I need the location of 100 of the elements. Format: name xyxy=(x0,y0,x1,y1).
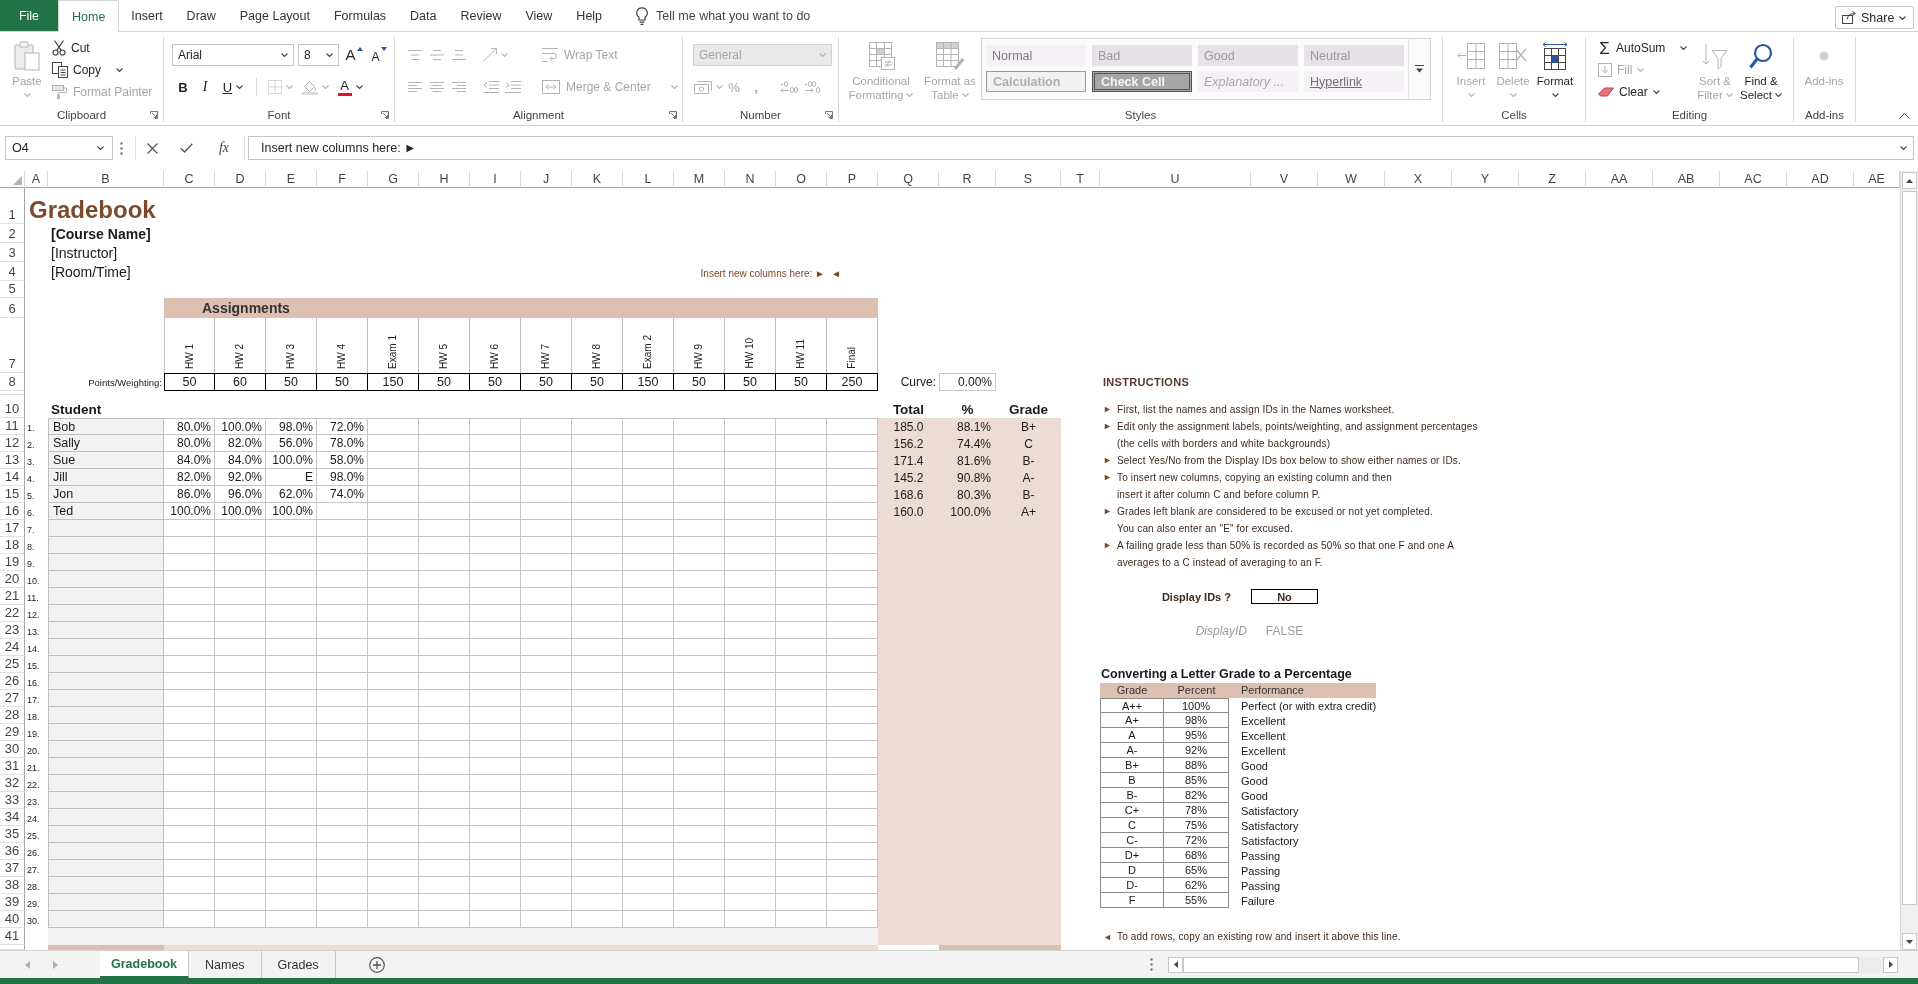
underline-button[interactable]: U xyxy=(216,76,250,98)
copy-button[interactable]: Copy xyxy=(52,59,153,81)
select-all-icon[interactable] xyxy=(13,176,22,185)
row-header[interactable]: 34 xyxy=(0,809,25,826)
row-header[interactable]: 16 xyxy=(0,503,25,520)
row-header[interactable]: 14 xyxy=(0,469,25,486)
ribbon-tab[interactable]: Home xyxy=(58,0,120,32)
column-header[interactable]: AD xyxy=(1787,171,1854,188)
ribbon-tab[interactable]: Help xyxy=(564,0,615,31)
curve-field[interactable]: 0.00% xyxy=(939,373,996,391)
clear-button[interactable]: Clear xyxy=(1598,81,1692,103)
row-header[interactable]: 28 xyxy=(0,707,25,724)
row-header[interactable]: 17 xyxy=(0,520,25,537)
row-header[interactable]: 22 xyxy=(0,605,25,622)
file-tab[interactable]: File xyxy=(0,0,58,31)
row-header[interactable]: 41 xyxy=(0,928,25,945)
row-header[interactable]: 11 xyxy=(0,418,25,435)
tell-me-field[interactable]: Tell me what you want to do xyxy=(656,8,832,23)
share-button[interactable]: Share xyxy=(1835,6,1914,29)
find-select-button[interactable]: Find & Select xyxy=(1738,37,1784,103)
column-header[interactable]: L xyxy=(623,171,674,188)
column-header[interactable]: X xyxy=(1385,171,1452,188)
column-header[interactable]: Z xyxy=(1519,171,1586,188)
column-header[interactable]: AC xyxy=(1720,171,1787,188)
display-ids-field[interactable]: No xyxy=(1251,589,1318,604)
row-header[interactable]: 29 xyxy=(0,724,25,741)
column-header[interactable]: I xyxy=(470,171,521,188)
row-header[interactable]: 37 xyxy=(0,860,25,877)
column-header[interactable]: E xyxy=(266,171,317,188)
column-header[interactable]: Q xyxy=(878,171,939,188)
column-header[interactable]: N xyxy=(725,171,776,188)
dialog-launcher-icon[interactable] xyxy=(381,110,389,119)
row-header[interactable]: 23 xyxy=(0,622,25,639)
column-header[interactable]: M xyxy=(674,171,725,188)
row-header[interactable]: 2 xyxy=(0,224,25,243)
column-header[interactable]: F xyxy=(317,171,368,188)
insert-function-button[interactable]: fx xyxy=(214,140,233,156)
row-header[interactable]: 8 xyxy=(0,373,25,391)
row-header[interactable]: 19 xyxy=(0,554,25,571)
column-header[interactable]: R xyxy=(939,171,996,188)
sheet-tab[interactable]: Gradebook xyxy=(100,951,189,978)
scroll-left-button[interactable] xyxy=(1168,956,1183,973)
cut-button[interactable]: Cut xyxy=(52,37,153,59)
row-header[interactable]: 35 xyxy=(0,826,25,843)
row-header[interactable]: 20 xyxy=(0,571,25,588)
ribbon-tab[interactable]: Data xyxy=(398,0,449,31)
row-header[interactable]: 5 xyxy=(0,281,25,298)
column-header[interactable]: B xyxy=(48,171,164,188)
scroll-right-button[interactable] xyxy=(1883,956,1898,973)
dialog-launcher-icon[interactable] xyxy=(150,110,158,119)
previous-sheet-icon[interactable] xyxy=(25,960,30,969)
row-header[interactable]: 1 xyxy=(0,188,25,224)
row-header[interactable]: 10 xyxy=(0,395,25,418)
scrollbar-thumb[interactable] xyxy=(1902,191,1917,905)
vertical-scrollbar[interactable] xyxy=(1900,171,1918,950)
column-header[interactable]: A xyxy=(25,171,48,188)
row-header[interactable]: 6 xyxy=(0,298,25,318)
column-header[interactable]: H xyxy=(419,171,470,188)
row-header[interactable]: 30 xyxy=(0,741,25,758)
row-header[interactable]: 38 xyxy=(0,877,25,894)
format-cells-button[interactable]: Format xyxy=(1534,37,1576,102)
row-header[interactable]: 18 xyxy=(0,537,25,554)
row-header[interactable]: 32 xyxy=(0,775,25,792)
shrink-font-button[interactable]: A xyxy=(369,44,389,66)
column-header[interactable]: O xyxy=(776,171,827,188)
column-header[interactable]: U xyxy=(1100,171,1251,188)
scroll-down-button[interactable] xyxy=(1902,933,1917,950)
autosum-button[interactable]: Σ AutoSum xyxy=(1598,37,1692,59)
column-header[interactable]: AB xyxy=(1653,171,1720,188)
font-name-field[interactable]: Arial xyxy=(172,44,294,66)
formula-field[interactable]: Insert new columns here: ► xyxy=(248,136,1914,160)
new-sheet-icon[interactable] xyxy=(368,956,385,973)
ribbon-tab[interactable]: Draw xyxy=(174,0,228,31)
row-header[interactable]: 13 xyxy=(0,452,25,469)
row-header[interactable]: 26 xyxy=(0,673,25,690)
collapse-ribbon-icon[interactable] xyxy=(1899,113,1910,119)
column-header[interactable]: J xyxy=(521,171,572,188)
column-header[interactable]: S xyxy=(996,171,1061,188)
row-header[interactable]: 31 xyxy=(0,758,25,775)
row-header[interactable]: 21 xyxy=(0,588,25,605)
column-header[interactable]: P xyxy=(827,171,878,188)
column-header[interactable]: V xyxy=(1251,171,1318,188)
ribbon-tab[interactable]: Formulas xyxy=(322,0,399,31)
font-color-button[interactable]: A xyxy=(333,76,367,98)
row-header[interactable]: 12 xyxy=(0,435,25,452)
column-header[interactable]: Y xyxy=(1452,171,1519,188)
row-header[interactable]: 40 xyxy=(0,911,25,928)
row-header[interactable]: 7 xyxy=(0,318,25,373)
row-header[interactable]: 15 xyxy=(0,486,25,503)
italic-button[interactable]: I xyxy=(194,76,216,98)
row-header[interactable]: 36 xyxy=(0,843,25,860)
column-header[interactable]: G xyxy=(368,171,419,188)
column-header[interactable]: D xyxy=(215,171,266,188)
column-header[interactable]: K xyxy=(572,171,623,188)
row-header[interactable]: 24 xyxy=(0,639,25,656)
column-header[interactable]: C xyxy=(164,171,215,188)
next-sheet-icon[interactable] xyxy=(53,960,58,969)
row-header[interactable]: 25 xyxy=(0,656,25,673)
ribbon-tab[interactable]: Review xyxy=(448,0,514,31)
name-box-field[interactable]: O4 xyxy=(5,136,113,160)
